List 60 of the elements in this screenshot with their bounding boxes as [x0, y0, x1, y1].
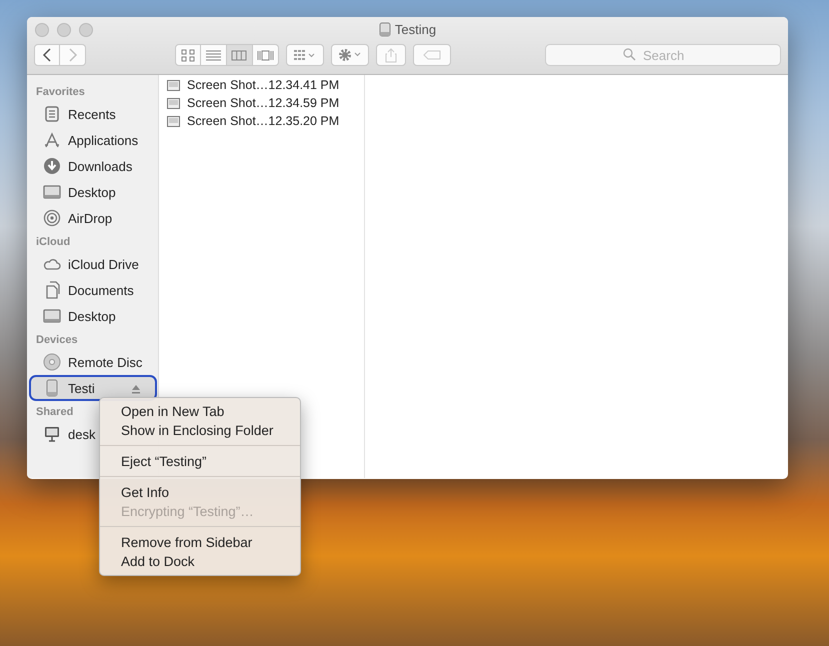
menu-item[interactable]: Open in New Tab: [100, 402, 300, 421]
search-field[interactable]: Search: [545, 44, 781, 66]
close-button[interactable]: [35, 23, 49, 37]
sidebar-item[interactable]: Desktop: [27, 179, 118, 205]
sidebar-section-heading: iCloud: [35, 235, 72, 250]
share-button[interactable]: [376, 44, 406, 66]
monitor-icon: [43, 307, 61, 325]
letter-a-tools-icon: [43, 131, 61, 149]
sidebar-item[interactable]: Documents: [27, 277, 136, 303]
grid-caret-icon: [294, 50, 316, 60]
sidebar-item[interactable]: Applications: [27, 127, 140, 153]
list-view-button[interactable]: [201, 44, 227, 66]
sidebar-item[interactable]: desk: [27, 421, 98, 447]
action-dropdown[interactable]: [331, 44, 369, 66]
sidebar-item[interactable]: Downloads: [27, 153, 134, 179]
screenshot-file-icon: [167, 98, 180, 108]
tag-icon: [423, 50, 441, 60]
share-icon: [385, 48, 397, 62]
menu-item[interactable]: Remove from Sidebar: [100, 533, 300, 552]
back-button[interactable]: [34, 44, 60, 66]
menu-item[interactable]: Eject “Testing”: [100, 452, 300, 471]
chevron-right-icon: [68, 48, 78, 62]
file-row[interactable]: Screen Shot…12.35.20 PM: [159, 112, 364, 130]
disc-icon: [43, 353, 61, 371]
sidebar-item[interactable]: Remote Disc: [27, 349, 144, 375]
icon-view-button[interactable]: [175, 44, 201, 66]
sidebar-section-heading: Shared: [35, 405, 74, 420]
chevron-left-icon: [42, 48, 52, 62]
minimize-button[interactable]: [57, 23, 71, 37]
sidebar-item[interactable]: Desktop: [27, 303, 118, 329]
sidebar-section-heading: Favorites: [35, 85, 86, 100]
eject-icon[interactable]: [131, 384, 141, 394]
file-row[interactable]: Screen Shot…12.34.41 PM: [159, 76, 364, 94]
sidebar-item[interactable]: AirDrop: [27, 205, 114, 231]
monitor-icon: [43, 183, 61, 201]
screenshot-file-icon: [167, 116, 180, 126]
menu-item[interactable]: Add to Dock: [100, 552, 300, 571]
gallery-view-icon: [257, 48, 274, 62]
airdrop-rings-icon: [43, 209, 61, 227]
list-view-icon: [205, 48, 222, 62]
file-row[interactable]: Screen Shot…12.34.59 PM: [159, 94, 364, 112]
tag-button[interactable]: [413, 44, 451, 66]
columns-view-icon: [231, 48, 248, 62]
gallery-view-button[interactable]: [253, 44, 279, 66]
computer-icon: [43, 425, 61, 443]
menu-item[interactable]: Show in Enclosing Folder: [100, 421, 300, 440]
gear-caret-icon: [338, 48, 362, 62]
sidebar-item[interactable]: iCloud Drive: [27, 251, 141, 277]
screenshot-file-icon: [167, 80, 180, 90]
window-title: Testing: [394, 22, 436, 36]
zoom-button[interactable]: [79, 23, 93, 37]
menu-item[interactable]: Get Info: [100, 483, 300, 502]
document-stack-icon: [43, 105, 61, 123]
column-view-button[interactable]: [227, 44, 253, 66]
icons-view-icon: [180, 48, 196, 62]
sidebar-section-heading: Devices: [35, 333, 79, 348]
drive-icon: [378, 22, 391, 36]
sidebar-item[interactable]: Testi: [29, 375, 157, 401]
sidebar-item[interactable]: Recents: [27, 101, 118, 127]
arrange-dropdown[interactable]: [286, 44, 324, 66]
